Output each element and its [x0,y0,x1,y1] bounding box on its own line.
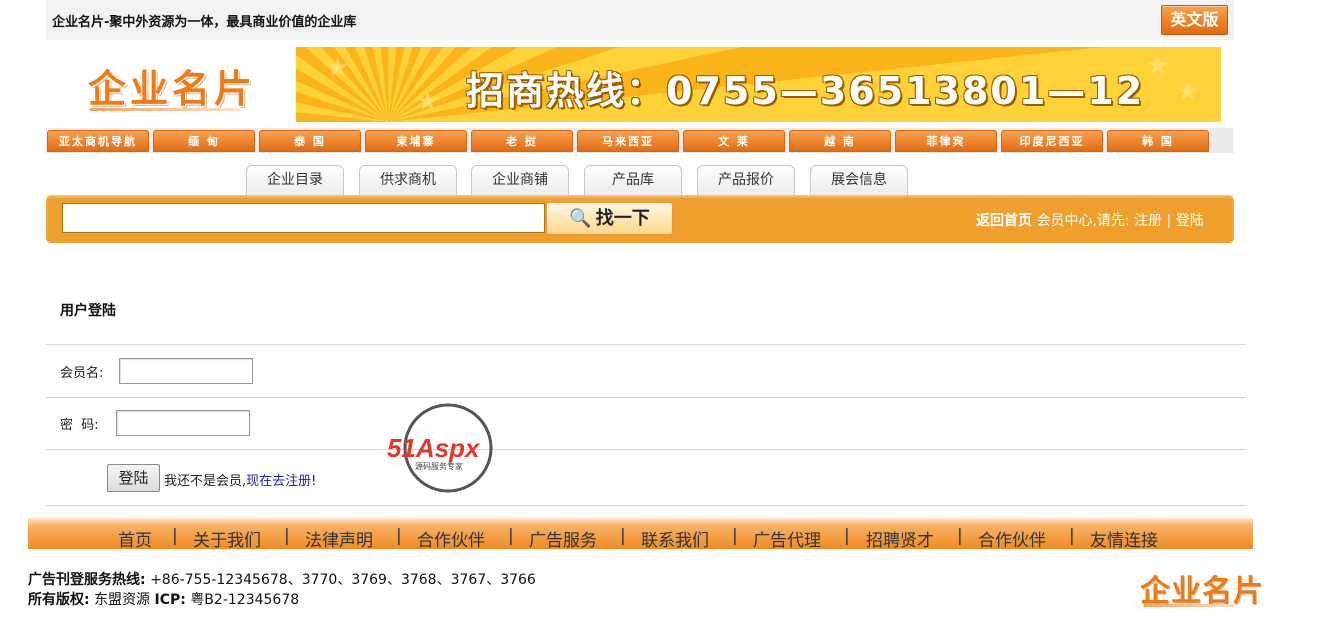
icp-value: 粤B2-12345678 [190,592,300,608]
tab-price-quotes[interactable]: 产品报价 [697,165,795,195]
nav-tab-brunei[interactable]: 文 莱 [683,130,785,152]
nav-tab-thailand[interactable]: 泰 国 [259,130,361,152]
star-decoration: ★ [326,53,350,83]
divider [46,449,1246,450]
footer-hotline: 广告刊登服务热线: +86-755-12345678、3770、3769、376… [28,569,536,589]
not-member-label: 我还不是会员, [164,474,247,489]
username-label: 会员名: [60,366,104,381]
divider [46,505,1246,506]
site-slogan: 企业名片-聚中外资源为一体，最具商业价值的企业库 [52,15,357,30]
footer-nav: 首页 | 关于我们 | 法律声明 | 合作伙伴 | 广告服务 | 联系我们 | … [28,518,1253,551]
footer-link-about[interactable]: 关于我们 [193,526,261,551]
footer-separator: | [284,526,290,546]
nav-tab-korea[interactable]: 韩 国 [1107,130,1209,152]
nav-tab-indonesia[interactable]: 印度尼西亚 [1001,130,1103,152]
hotline-label: 广告刊登服务热线: [28,572,146,588]
search-button-label: 找一下 [595,208,650,229]
footer-logo-underline [1144,604,1234,607]
star-decoration: ★ [416,87,440,117]
tab-exhibitions[interactable]: 展会信息 [810,165,908,195]
search-bar: 🔍 找一下 返回首页 会员中心,请先: 注册 | 登陆 [46,195,1234,243]
register-top-link[interactable]: 注册 [1134,213,1162,229]
logo-underline [90,108,240,111]
watermark-circle-icon: 51Aspx 源码服务专家 [387,403,493,493]
nav-tab-myanmar[interactable]: 缅 甸 [153,130,255,152]
exclaim-mark: ! [311,474,317,489]
footer-link-partners-2[interactable]: 合作伙伴 [978,526,1046,551]
search-button[interactable]: 🔍 找一下 [546,202,673,235]
hotline-value: +86-755-12345678、3770、3769、3768、3767、376… [150,572,536,588]
footer-separator: | [844,526,850,546]
login-top-link[interactable]: 登陆 [1176,213,1204,229]
username-field[interactable] [119,358,253,384]
member-center-prompt: 会员中心,请先: [1036,213,1130,229]
english-version-button[interactable]: 英文版 [1161,5,1228,35]
star-decoration: ★ [1146,51,1170,81]
watermark-brand: 51Aspx [387,433,481,463]
nav-tab-asia-pacific[interactable]: 亚太商机导航 [47,130,149,152]
login-title: 用户登陆 [60,303,116,319]
footer-link-ad-agency[interactable]: 广告代理 [753,526,821,551]
tab-products[interactable]: 产品库 [584,165,682,195]
tab-supply-demand[interactable]: 供求商机 [359,165,457,195]
footer-link-legal[interactable]: 法律声明 [305,526,373,551]
icp-label: ICP: [154,592,186,608]
star-decoration: ★ [1176,77,1200,107]
footer-separator: | [508,526,514,546]
search-input[interactable] [62,203,545,233]
footer-link-contact[interactable]: 联系我们 [641,526,709,551]
banner-hotline-text: 招商热线：0755—36513801—12 [466,69,1145,113]
password-field[interactable] [116,410,250,436]
search-icon: 🔍 [569,208,592,229]
footer-separator: | [620,526,626,546]
footer-separator: | [172,526,178,546]
footer-separator: | [957,526,963,546]
password-label: 密 码: [60,418,99,433]
footer-link-partners[interactable]: 合作伙伴 [417,526,485,551]
member-area: 返回首页 会员中心,请先: 注册 | 登陆 [976,210,1204,230]
watermark-tagline: 源码服务专家 [415,461,463,471]
nav-tab-vietnam[interactable]: 越 南 [789,130,891,152]
footer-link-home[interactable]: 首页 [118,526,152,551]
divider [46,344,1246,345]
footer-link-careers[interactable]: 招聘贤才 [866,526,934,551]
footer-separator: | [1069,526,1075,546]
region-nav: 亚太商机导航 缅 甸 泰 国 柬埔寨 老 挝 马来西亚 文 莱 越 南 菲律宾 … [46,128,1234,153]
footer-separator: | [396,526,402,546]
not-member-text: 我还不是会员,现在去注册! [164,470,316,489]
copyright-value: 东盟资源 [94,592,151,608]
nav-tab-laos[interactable]: 老 挝 [471,130,573,152]
nav-tab-malaysia[interactable]: 马来西亚 [577,130,679,152]
top-bar: 企业名片-聚中外资源为一体，最具商业价值的企业库 英文版 [46,0,1234,40]
divider [46,397,1246,398]
copyright-label: 所有版权: [28,592,90,608]
footer-link-friends[interactable]: 友情连接 [1090,526,1158,551]
home-link[interactable]: 返回首页 [976,213,1032,229]
site-logo[interactable]: 企业名片 [88,58,256,113]
link-separator: | [1166,213,1172,229]
login-button[interactable]: 登陆 [107,464,160,492]
register-now-link[interactable]: 现在去注册 [246,474,311,489]
nav-tab-philippines[interactable]: 菲律宾 [895,130,997,152]
tab-company-directory[interactable]: 企业目录 [246,165,344,195]
hotline-banner[interactable]: ★ ★ ★ ★ 招商热线：0755—36513801—12 [296,47,1221,122]
watermark-logo: 51Aspx 源码服务专家 [387,403,512,495]
footer-copyright: 所有版权: 东盟资源 ICP: 粤B2-12345678 [28,589,299,609]
footer-link-ads[interactable]: 广告服务 [529,526,597,551]
nav-tab-cambodia[interactable]: 柬埔寨 [365,130,467,152]
tab-company-shops[interactable]: 企业商铺 [471,165,569,195]
footer-separator: | [732,526,738,546]
